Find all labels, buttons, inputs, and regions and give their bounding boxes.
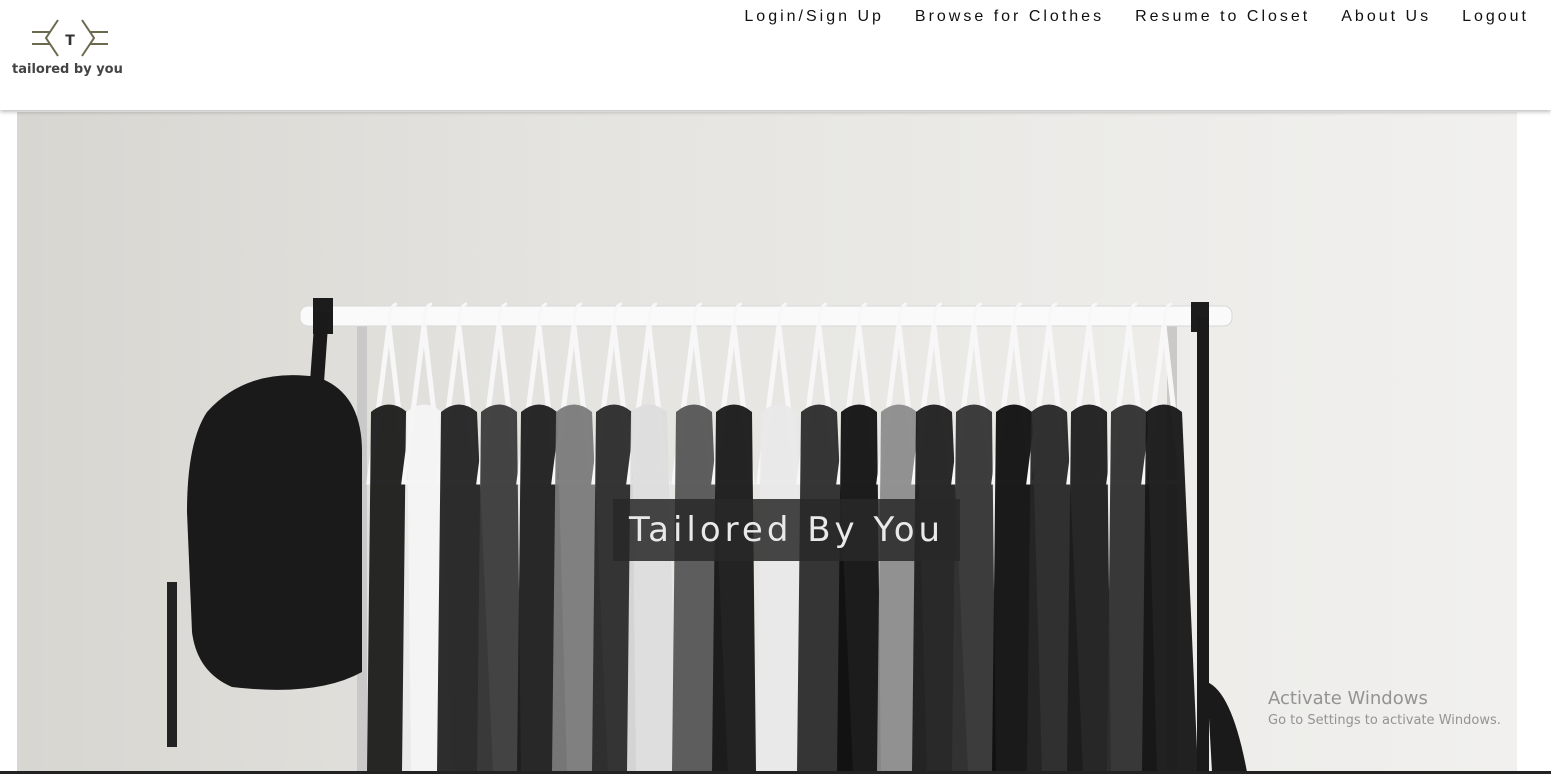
- hero-title: Tailored By You: [613, 499, 961, 561]
- windows-activation-watermark: Activate Windows Go to Settings to activ…: [1268, 688, 1501, 728]
- nav-login-signup[interactable]: Login/Sign Up: [744, 8, 884, 26]
- main-nav: Login/Sign Up Browse for Clothes Resume …: [713, 8, 1529, 26]
- hero-banner: Tailored By You: [17, 112, 1517, 772]
- clothing-rack-image: [167, 298, 1247, 772]
- watermark-subtitle: Go to Settings to activate Windows.: [1268, 713, 1501, 728]
- watermark-title: Activate Windows: [1268, 688, 1428, 709]
- site-header: T tailored by you Login/Sign Up Browse f…: [0, 0, 1551, 110]
- nav-browse-clothes[interactable]: Browse for Clothes: [915, 8, 1104, 26]
- nav-logout[interactable]: Logout: [1462, 8, 1529, 26]
- nav-resume-closet[interactable]: Resume to Closet: [1135, 8, 1310, 26]
- brand-logo[interactable]: T tailored by you: [10, 16, 130, 84]
- page: T tailored by you Login/Sign Up Browse f…: [0, 0, 1551, 774]
- nav-about-us[interactable]: About Us: [1341, 8, 1431, 26]
- logo-mark-icon: T: [32, 19, 108, 57]
- brand-name: tailored by you: [12, 62, 123, 77]
- svg-text:T: T: [65, 33, 75, 49]
